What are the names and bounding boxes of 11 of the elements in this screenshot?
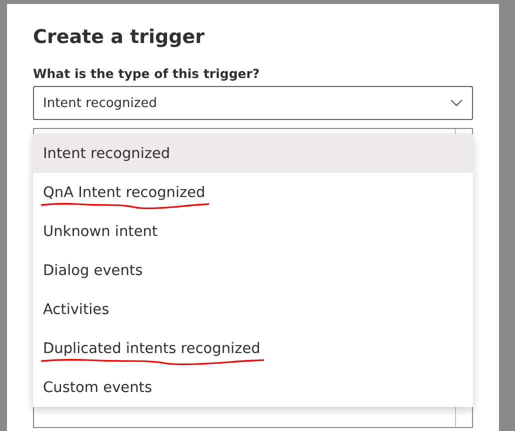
chevron-icon [450, 99, 463, 107]
dropdown-option[interactable]: QnA Intent recognized [33, 173, 473, 212]
dropdown-option[interactable]: Custom events [33, 368, 473, 407]
dropdown-option[interactable]: Activities [33, 290, 473, 329]
dropdown-option[interactable]: Intent recognized [33, 134, 473, 173]
dialog-title: Create a trigger [33, 26, 206, 48]
field-label: What is the type of this trigger? [33, 66, 261, 81]
dropdown-option[interactable]: Duplicated intents recognized [33, 329, 473, 368]
dropdown-option[interactable]: Unknown intent [33, 212, 473, 251]
dropdown-option[interactable]: Dialog events [33, 251, 473, 290]
trigger-type-dropdown[interactable]: Intent recognized [33, 86, 473, 120]
